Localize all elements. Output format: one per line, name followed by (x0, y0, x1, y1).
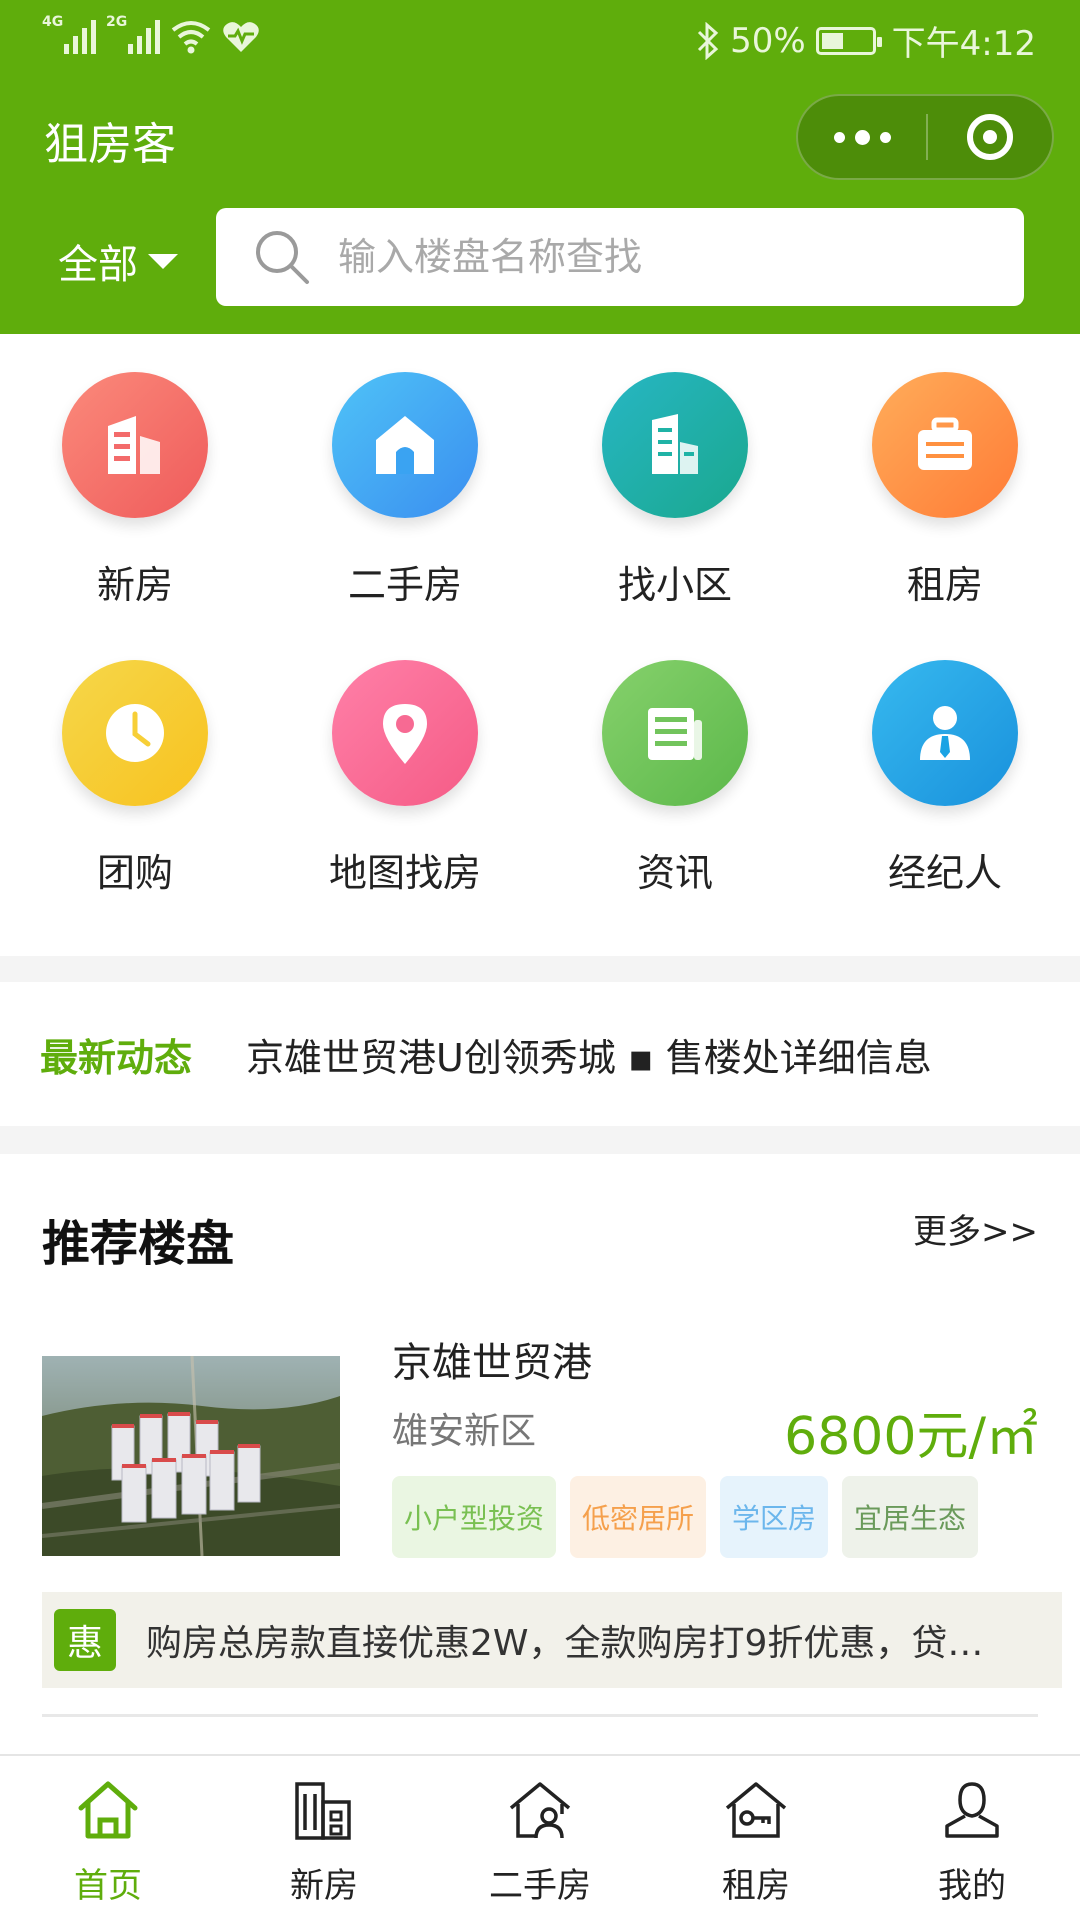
region-filter-dropdown[interactable]: 全部 (58, 232, 178, 290)
caret-down-icon (148, 253, 178, 269)
property-tag: 低密居所 (570, 1476, 707, 1558)
close-program-button[interactable] (928, 96, 1052, 178)
bottom-tab-bar: 首页 新房 二手房 租房 我的 (0, 1754, 1080, 1920)
house-person-icon (509, 1782, 571, 1839)
recommended-section: 推荐楼盘 更多>> 京雄世贸港 雄安新区 6800元/㎡ 小户型投资 低密居所 … (0, 1154, 1080, 1754)
property-price: 6800元/㎡ (784, 1407, 1038, 1467)
category-icon-wrap (62, 660, 208, 806)
page-title: 狙房客 (44, 119, 176, 170)
tab-label: 二手房 (489, 1866, 591, 1906)
battery-fill (821, 32, 843, 49)
house-icon (376, 416, 434, 474)
signal-strength-icon: 4G (42, 14, 96, 54)
news-tag: 最新动态 (40, 1035, 193, 1080)
category-grid: 新房 二手房 找小区 租房 团购 地图找房 资讯 经纪人 (0, 334, 1080, 956)
tab-label: 我的 (938, 1866, 1006, 1906)
category-icon-wrap (332, 372, 478, 518)
tab-second-hand[interactable]: 二手房 (432, 1756, 648, 1920)
latest-news-bar[interactable]: 最新动态 京雄世贸港U创领秀城 ▪ 售楼处详细信息 (0, 982, 1080, 1126)
category-icon-wrap (872, 372, 1018, 518)
category-label: 资讯 (636, 851, 713, 895)
category-icon-wrap (332, 660, 478, 806)
property-tag: 小户型投资 (392, 1476, 557, 1558)
heart-rate-icon (223, 22, 259, 52)
category-second-hand[interactable]: 二手房 (270, 372, 540, 609)
home-icon (78, 1781, 138, 1839)
filter-label: 全部 (58, 242, 138, 288)
tab-rent[interactable]: 租房 (648, 1756, 864, 1920)
category-news[interactable]: 资讯 (540, 660, 810, 897)
property-tag: 学区房 (720, 1476, 829, 1558)
clock-icon (106, 704, 164, 762)
category-label: 地图找房 (328, 851, 481, 895)
discount-badge: 惠 (54, 1609, 116, 1671)
search-icon (256, 231, 309, 284)
bluetooth-icon (698, 21, 719, 60)
category-label: 团购 (96, 851, 173, 895)
promotion-text: 购房总房款直接优惠2W，全款购房打9折优惠，贷… (146, 1623, 984, 1664)
category-icon-wrap (872, 660, 1018, 806)
house-key-icon (725, 1782, 787, 1838)
category-new-house[interactable]: 新房 (0, 372, 270, 609)
news-text[interactable]: 京雄世贸港U创领秀城 ▪ 售楼处详细信息 (246, 1027, 932, 1082)
category-label: 经纪人 (887, 851, 1002, 895)
section-divider (42, 1714, 1038, 1717)
category-icon-wrap (602, 660, 748, 806)
search-bar[interactable] (216, 208, 1024, 306)
promotion-banner[interactable]: 惠 购房总房款直接优惠2W，全款购房打9折优惠，贷… (42, 1592, 1062, 1688)
user-icon (945, 1782, 999, 1838)
property-image (42, 1356, 340, 1556)
category-label: 新房 (96, 563, 173, 607)
more-link[interactable]: 更多>> (913, 1204, 1038, 1253)
tab-label: 首页 (74, 1866, 142, 1906)
category-community[interactable]: 找小区 (540, 372, 810, 609)
tab-new-house[interactable]: 新房 (216, 1756, 432, 1920)
building-icon (108, 416, 160, 474)
app-header: 4G 2G 50% 下午4:12 狙房客 全部 输入楼盘名称查找 (0, 0, 1080, 334)
more-menu-button[interactable] (798, 96, 926, 178)
property-area: 雄安新区 (392, 1411, 537, 1452)
building-icon (295, 1782, 351, 1840)
status-right: 50% 下午4:12 (696, 16, 1036, 65)
clock-time: 下午4:12 (891, 24, 1036, 64)
category-group-buy[interactable]: 团购 (0, 660, 270, 897)
category-agent[interactable]: 经纪人 (810, 660, 1080, 897)
category-label: 找小区 (617, 563, 732, 607)
category-icon-wrap (602, 372, 748, 518)
map-pin-icon (383, 704, 427, 764)
suitcase-icon (918, 417, 972, 470)
news-icon (648, 708, 702, 760)
category-icon-wrap (62, 372, 208, 518)
target-icon (967, 114, 1013, 160)
status-bar: 4G 2G 50% 下午4:12 (0, 0, 1080, 76)
category-rent[interactable]: 租房 (810, 372, 1080, 609)
battery-percent: 50% (730, 20, 806, 61)
tab-label: 新房 (290, 1866, 358, 1906)
signal-group: 4G 2G (42, 14, 260, 54)
community-icon (652, 414, 698, 474)
tab-profile[interactable]: 我的 (864, 1756, 1080, 1920)
section-title: 推荐楼盘 (42, 1216, 235, 1272)
property-tags: 小户型投资 低密居所 学区房 宜居生态 (392, 1476, 979, 1558)
category-label: 二手房 (347, 563, 462, 607)
property-name[interactable]: 京雄世贸港 (392, 1330, 592, 1388)
category-label: 租房 (906, 563, 983, 607)
agent-icon (920, 706, 970, 760)
signal-strength-icon-2: 2G (106, 14, 160, 54)
mini-program-capsule (796, 94, 1054, 180)
tab-home[interactable]: 首页 (0, 1756, 216, 1920)
category-map-search[interactable]: 地图找房 (270, 660, 540, 897)
search-input[interactable] (338, 235, 978, 279)
battery-icon (815, 26, 882, 55)
property-tag: 宜居生态 (842, 1476, 979, 1558)
tab-label: 租房 (722, 1866, 790, 1906)
wifi-icon (171, 21, 211, 54)
property-thumbnail[interactable] (42, 1356, 340, 1556)
